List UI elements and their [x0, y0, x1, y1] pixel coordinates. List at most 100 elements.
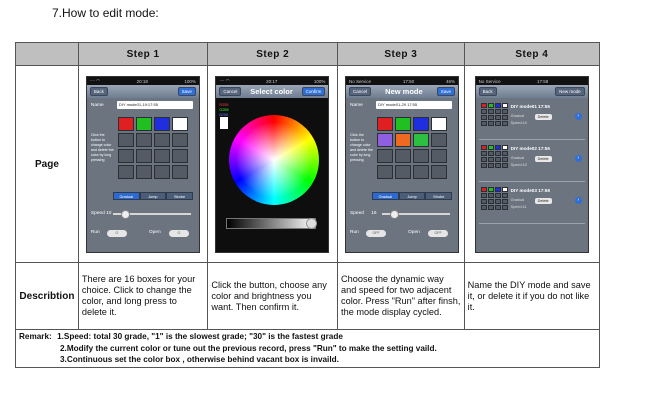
- remark-row: Remark: 1.Speed: total 30 grade, "1" is …: [15, 329, 600, 368]
- color-box[interactable]: [153, 165, 170, 179]
- thumbnail-cell: [480, 193, 487, 198]
- slider-knob[interactable]: [120, 210, 130, 219]
- thumbnail-cell: [501, 157, 508, 162]
- color-box[interactable]: [171, 117, 188, 131]
- color-box[interactable]: [395, 149, 412, 163]
- thumbnail-cell: [480, 121, 487, 126]
- color-box[interactable]: [431, 117, 448, 131]
- thumbnail-cell: [494, 163, 501, 168]
- mode-type: Gradual: [510, 156, 525, 160]
- mode-thumbnail: [480, 103, 508, 126]
- color-box[interactable]: [135, 117, 152, 131]
- thumbnail-cell: [501, 187, 508, 192]
- mode-speed: Speed:11: [510, 205, 527, 209]
- color-box[interactable]: [171, 165, 188, 179]
- color-box[interactable]: [377, 149, 394, 163]
- brightness-knob[interactable]: [306, 218, 318, 229]
- mode-type: Gradual: [510, 198, 525, 202]
- mode-gradual-button[interactable]: Gradual: [372, 192, 399, 200]
- battery-text: 100%: [313, 78, 326, 84]
- mode-jump-button[interactable]: Jump: [139, 192, 167, 200]
- slider-knob[interactable]: [390, 210, 400, 219]
- color-box[interactable]: [413, 117, 430, 131]
- thumbnail-cell: [494, 109, 501, 114]
- delete-button[interactable]: Delete: [534, 156, 552, 162]
- confirm-button[interactable]: Confirm: [301, 87, 326, 96]
- mode-gradual-button[interactable]: Gradual: [112, 192, 140, 200]
- remark-text-1: 1.Speed: total 30 grade, "1" is the slow…: [57, 332, 343, 341]
- name-input[interactable]: DIY mode01-19:17:55: [116, 101, 193, 109]
- carrier-text: No Service: [349, 78, 372, 84]
- open-toggle[interactable]: O: [168, 230, 189, 237]
- speed-slider[interactable]: [382, 210, 451, 219]
- color-box[interactable]: [413, 165, 430, 179]
- cancel-button[interactable]: Cancel: [349, 87, 372, 96]
- color-box[interactable]: [117, 149, 134, 163]
- color-box[interactable]: [377, 165, 394, 179]
- speed-slider[interactable]: [112, 210, 191, 219]
- cancel-button[interactable]: Cancel: [219, 87, 242, 96]
- save-button[interactable]: Save: [177, 87, 196, 96]
- color-box[interactable]: [153, 117, 170, 131]
- thumbnail-cell: [480, 187, 487, 192]
- delete-button[interactable]: Delete: [534, 198, 552, 204]
- thumbnail-cell: [480, 145, 487, 150]
- color-box[interactable]: [153, 133, 170, 147]
- save-button[interactable]: Save: [436, 87, 456, 96]
- clock-text: 17:50: [402, 78, 415, 84]
- run-toggle[interactable]: O: [106, 230, 127, 237]
- color-box[interactable]: [413, 149, 430, 163]
- color-box[interactable]: [431, 149, 448, 163]
- detail-disclosure-icon[interactable]: ›: [574, 113, 582, 120]
- color-box[interactable]: [135, 149, 152, 163]
- delete-button[interactable]: Delete: [534, 114, 552, 120]
- mode-strobe-button[interactable]: Strobe: [425, 192, 453, 200]
- thumbnail-cell: [487, 193, 494, 198]
- color-box[interactable]: [117, 117, 134, 131]
- speed-label: Speed 16: [350, 211, 377, 216]
- thumbnail-cell: [494, 193, 501, 198]
- back-button[interactable]: Back: [478, 87, 497, 96]
- remark-line-2: 2.Modify the current color or tune out t…: [60, 343, 437, 353]
- color-box-grid: [377, 117, 448, 179]
- color-box[interactable]: [431, 165, 448, 179]
- back-button[interactable]: Back: [89, 87, 108, 96]
- brightness-slider[interactable]: [226, 218, 318, 229]
- color-box[interactable]: [153, 149, 170, 163]
- detail-disclosure-icon[interactable]: ›: [574, 197, 582, 204]
- screen-title: Select color: [250, 87, 293, 96]
- run-toggle[interactable]: OFF: [366, 230, 387, 237]
- mode-strobe-button[interactable]: Strobe: [166, 192, 193, 200]
- mode-list-item[interactable]: DIY mode01 17:55 Gradual Speed:10 Delete ›: [479, 101, 585, 139]
- name-label: Name: [350, 103, 363, 108]
- color-box[interactable]: [395, 117, 412, 131]
- color-box[interactable]: [135, 133, 152, 147]
- step3-phone-screen: No Service 17:50 46% Cancel New mode Sav…: [345, 76, 460, 253]
- new-mode-button[interactable]: New mode: [555, 87, 585, 96]
- color-box[interactable]: [395, 165, 412, 179]
- mode-jump-button[interactable]: Jump: [398, 192, 426, 200]
- color-wheel[interactable]: [229, 115, 320, 205]
- color-box[interactable]: [377, 117, 394, 131]
- mode-list-item[interactable]: DIY mode02 17:56 Gradual Speed:10 Delete ›: [479, 143, 585, 181]
- color-box[interactable]: [431, 133, 448, 147]
- color-box[interactable]: [171, 149, 188, 163]
- mode-list-item[interactable]: DIY mode03 17:58 Gradual Speed:11 Delete ›: [479, 185, 585, 223]
- thumbnail-cell: [487, 187, 494, 192]
- thumbnail-cell: [501, 205, 508, 210]
- list-divider: [478, 181, 585, 182]
- color-box[interactable]: [377, 133, 394, 147]
- hint-text: Click the button to change color and del…: [350, 133, 373, 162]
- color-box[interactable]: [117, 165, 134, 179]
- detail-disclosure-icon[interactable]: ›: [574, 155, 582, 162]
- name-input[interactable]: DIY mode01-29 17:55: [376, 101, 453, 109]
- thumbnail-cell: [494, 121, 501, 126]
- color-box[interactable]: [395, 133, 412, 147]
- color-box[interactable]: [171, 133, 188, 147]
- color-box[interactable]: [117, 133, 134, 147]
- thumbnail-cell: [480, 157, 487, 162]
- mode-thumbnail: [480, 145, 508, 168]
- color-box[interactable]: [135, 165, 152, 179]
- open-toggle[interactable]: OFF: [428, 230, 449, 237]
- color-box[interactable]: [413, 133, 430, 147]
